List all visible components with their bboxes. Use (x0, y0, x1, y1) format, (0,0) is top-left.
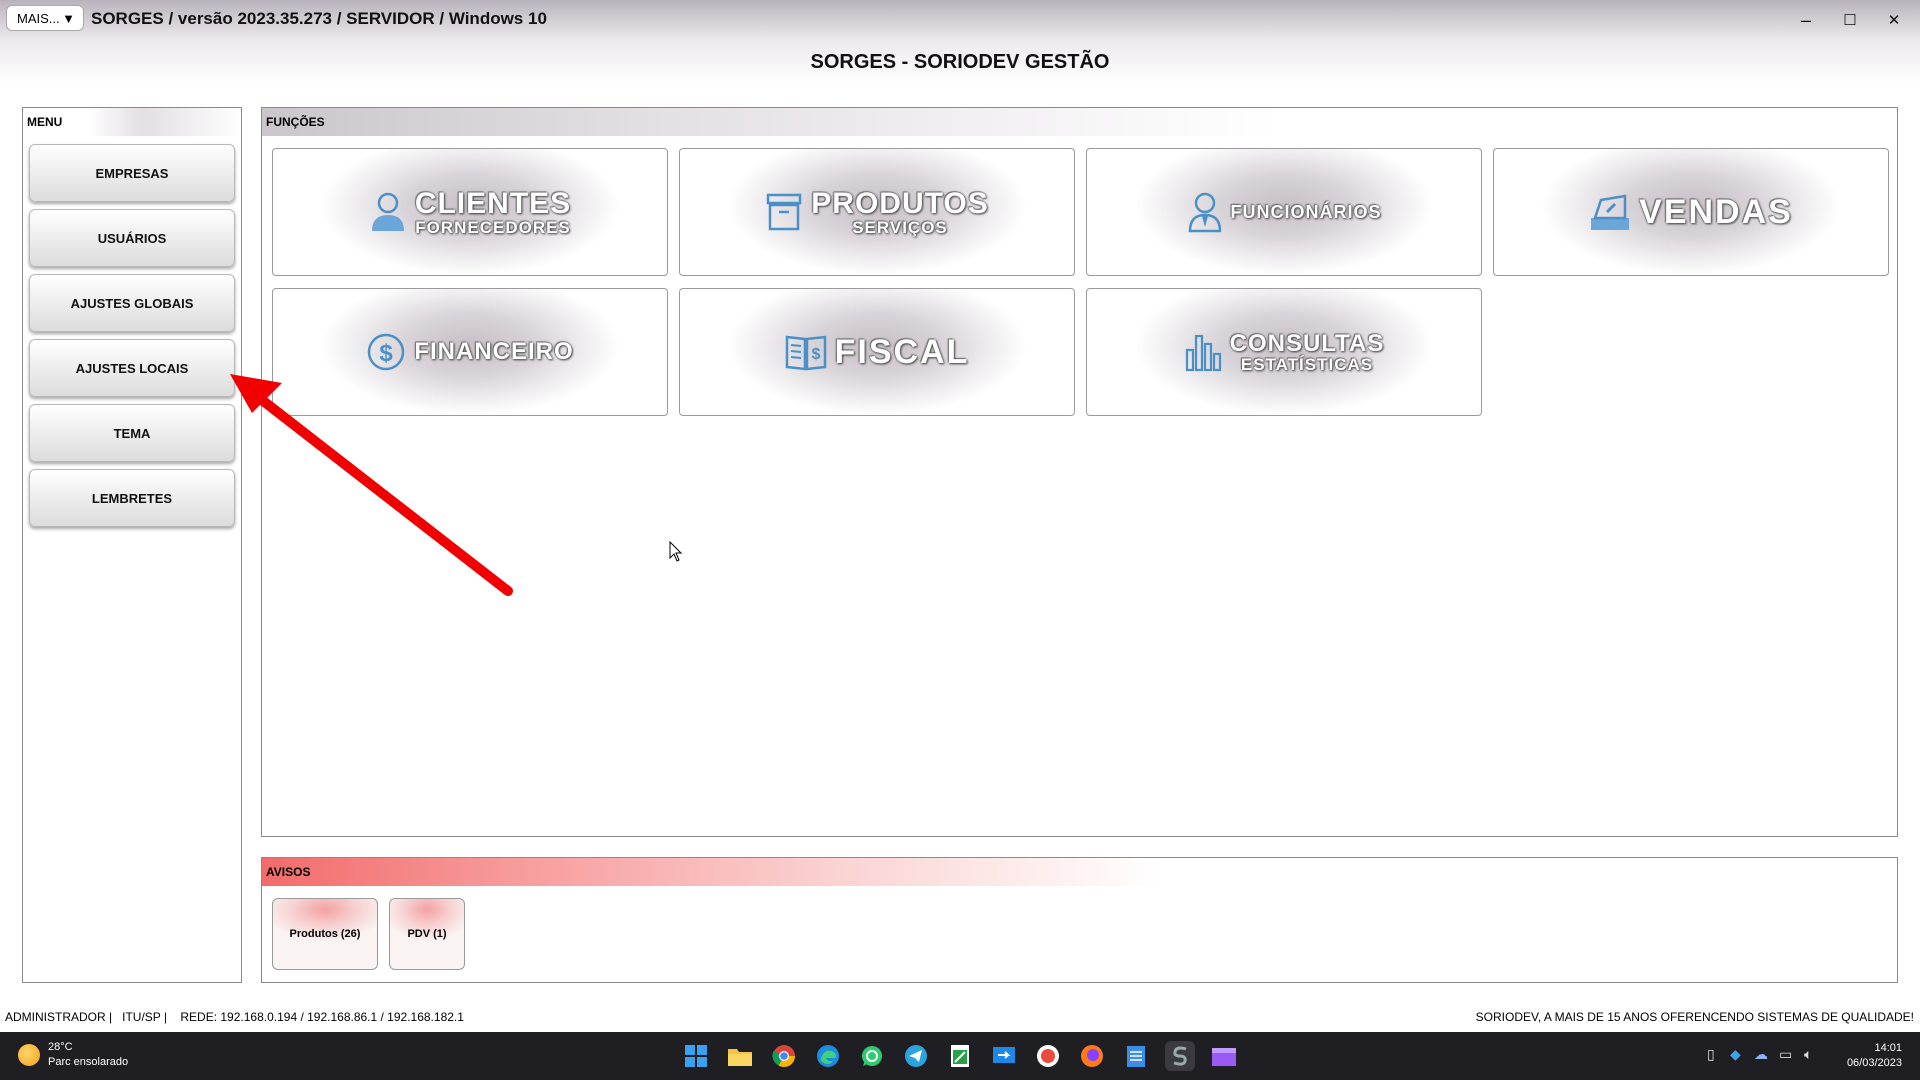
media-icon[interactable] (1209, 1041, 1239, 1071)
bar-chart-icon (1185, 334, 1221, 372)
window-title: SORGES / versão 2023.35.273 / SERVIDOR /… (91, 9, 547, 28)
clock-date: 06/03/2023 (1846, 1057, 1902, 1069)
chevron-down-icon: ▼ (62, 10, 75, 26)
tile-vendas-title: VENDAS (1639, 193, 1793, 231)
notepad-icon[interactable] (1121, 1041, 1151, 1071)
funcoes-panel: FUNÇÕES CLIENTES FORNECEDORES PRODUTOS S… (261, 107, 1898, 837)
menu-ajustes-globais-button[interactable]: AJUSTES GLOBAIS (29, 274, 235, 332)
windows-start-icon[interactable] (681, 1041, 711, 1071)
weather-desc: Parc ensolarado (48, 1056, 129, 1068)
file-explorer-icon[interactable] (725, 1041, 755, 1071)
title-bar: MAIS... ▼ SORGES / versão 2023.35.273 / … (0, 0, 1920, 40)
avisos-panel: AVISOS Produtos (26) PDV (1) (261, 857, 1898, 983)
clock-time: 14:01 (1874, 1042, 1902, 1054)
edge-icon[interactable] (813, 1041, 843, 1071)
close-button[interactable]: ✕ (1874, 6, 1914, 34)
chrome-icon[interactable] (769, 1041, 799, 1071)
menu-tema-button[interactable]: TEMA (29, 404, 235, 462)
spreadsheet-icon[interactable] (945, 1041, 975, 1071)
sorges-icon[interactable] (1165, 1041, 1195, 1071)
maximize-button[interactable]: ☐ (1830, 6, 1870, 34)
tile-clientes[interactable]: CLIENTES FORNECEDORES (272, 148, 668, 276)
telegram-icon[interactable] (901, 1041, 931, 1071)
tile-produtos-subtitle: SERVIÇOS (852, 217, 948, 237)
tile-fiscal[interactable]: $ FISCAL (679, 288, 1075, 416)
status-bar: ADMINISTRADOR | ITU/SP | REDE: 192.168.0… (0, 1000, 1920, 1032)
tile-consultas-title: CONSULTAS (1229, 329, 1385, 357)
cash-register-icon (1591, 194, 1630, 230)
menu-header: MENU (23, 108, 241, 136)
tile-clientes-title: CLIENTES (414, 186, 572, 220)
minimize-button[interactable]: – (1786, 6, 1826, 34)
tile-fiscal-title: FISCAL (834, 333, 970, 371)
menu-lembretes-button[interactable]: LEMBRETES (29, 469, 235, 527)
mouse-cursor-icon (669, 541, 683, 562)
tile-clientes-subtitle: FORNECEDORES (415, 217, 571, 237)
person-icon (371, 192, 404, 231)
whatsapp-icon[interactable] (857, 1041, 887, 1071)
tile-produtos[interactable]: PRODUTOS SERVIÇOS (679, 148, 1075, 276)
cloud-icon[interactable]: ☁ (1754, 1046, 1768, 1063)
tile-produtos-title: PRODUTOS (811, 186, 989, 220)
tile-financeiro[interactable]: $ FINANCEIRO (272, 288, 668, 416)
mais-label: MAIS... (17, 10, 60, 26)
mais-dropdown-button[interactable]: MAIS... ▼ (6, 5, 84, 31)
status-left-text: ADMINISTRADOR | ITU/SP | REDE: 192.168.0… (5, 1010, 464, 1024)
tile-funcionarios-title: FUNCIONÁRIOS (1230, 202, 1382, 222)
weather-widget[interactable]: 28°C Parc ensolarado (18, 1040, 128, 1070)
menu-usuarios-button[interactable]: USUÁRIOS (29, 209, 235, 267)
menu-ajustes-locais-button[interactable]: AJUSTES LOCAIS (29, 339, 235, 397)
fiscal-book-icon: $ (785, 335, 826, 371)
box-icon (767, 193, 802, 231)
menu-empresas-button[interactable]: EMPRESAS (29, 144, 235, 202)
svg-text:$: $ (380, 340, 394, 367)
status-right-text: SORIODEV, A MAIS DE 15 ANOS OFERENCENDO … (1475, 1010, 1914, 1024)
tile-financeiro-title: FINANCEIRO (414, 338, 574, 365)
avisos-header: AVISOS (262, 858, 1897, 886)
clock[interactable]: 14:01 06/03/2023 (1847, 1041, 1902, 1071)
menu-panel: MENU EMPRESAS USUÁRIOS AJUSTES GLOBAIS A… (22, 107, 242, 983)
shield-icon[interactable]: ◆ (1730, 1046, 1741, 1063)
remote-icon[interactable] (989, 1041, 1019, 1071)
taskbar: 28°C Parc ensolarado ▯ ◆ ☁ ▭ 🔈︎ 14:01 06… (0, 1032, 1920, 1080)
funcoes-header: FUNÇÕES (262, 108, 1897, 136)
weather-temp: 28°C (48, 1041, 73, 1053)
tile-consultas-subtitle: ESTATÍSTICAS (1240, 354, 1374, 374)
svg-text:$: $ (811, 346, 820, 363)
tile-consultas[interactable]: CONSULTAS ESTATÍSTICAS (1086, 288, 1482, 416)
speaker-icon[interactable]: 🔈︎ (1804, 1046, 1812, 1063)
employee-icon (1188, 192, 1221, 233)
sun-cloud-icon (18, 1044, 40, 1066)
dollar-icon: $ (368, 333, 405, 371)
aviso-produtos-button[interactable]: Produtos (26) (272, 898, 378, 970)
tile-vendas[interactable]: VENDAS (1493, 148, 1889, 276)
firefox-icon[interactable] (1077, 1041, 1107, 1071)
usb-icon[interactable]: ▯ (1707, 1046, 1715, 1063)
app-icon[interactable] (1033, 1041, 1063, 1071)
tile-funcionarios[interactable]: FUNCIONÁRIOS (1086, 148, 1482, 276)
network-icon[interactable]: ▭ (1779, 1046, 1792, 1063)
app-title: SORGES - SORIODEV GESTÃO (810, 51, 1110, 73)
aviso-pdv-button[interactable]: PDV (1) (389, 898, 465, 970)
